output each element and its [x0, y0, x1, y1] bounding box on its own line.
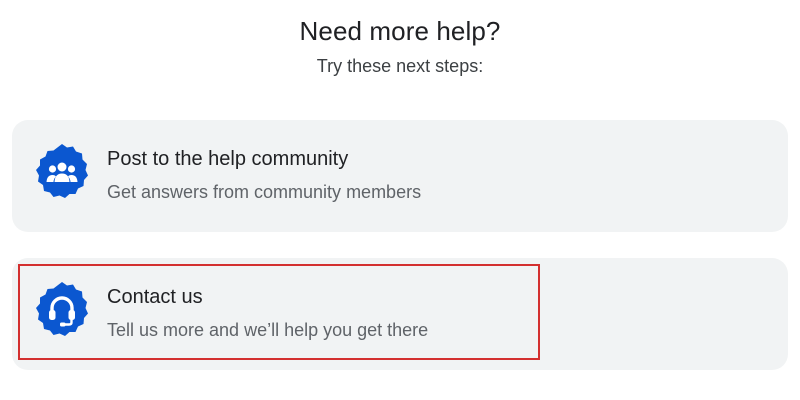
community-icon [36, 144, 88, 198]
post-to-community-title: Post to the help community [107, 148, 349, 170]
page-subtitle: Try these next steps: [316, 56, 484, 76]
post-to-community-card[interactable]: Post to the help community Get answers f… [12, 120, 788, 232]
contact-us-title: Contact us [107, 286, 203, 308]
post-to-community-description: Get answers from community members [107, 182, 422, 202]
contact-us-description: Tell us more and we’ll help you get ther… [107, 320, 429, 340]
headset-icon [36, 282, 88, 336]
page-title: Need more help? [299, 16, 501, 46]
contact-us-card[interactable]: Contact us Tell us more and we’ll help y… [12, 258, 788, 370]
